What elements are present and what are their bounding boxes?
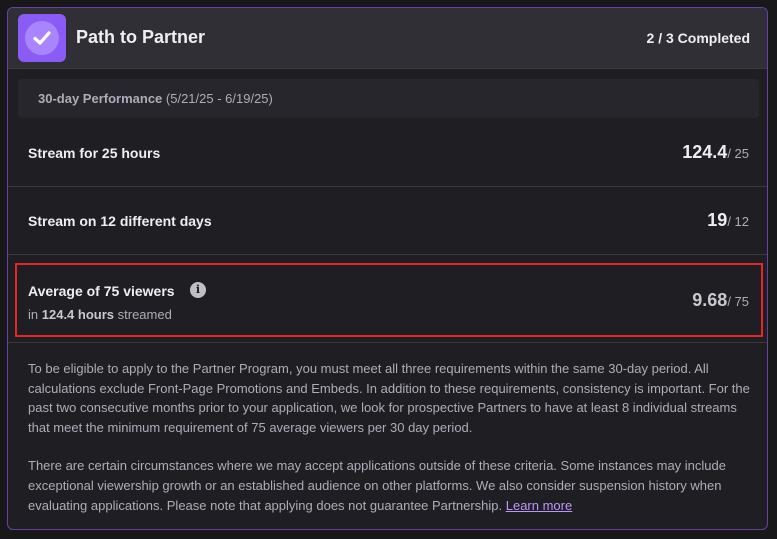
description-paragraph: To be eligible to apply to the Partner P… [28,361,750,435]
learn-more-link[interactable]: Learn more [506,498,572,513]
description-paragraph: There are certain circumstances where we… [28,458,726,513]
requirement-row-hours: Stream for 25 hours 124.4/ 25 [8,119,767,187]
requirement-value: 124.4 [682,142,728,162]
card-header: Path to Partner 2 / 3 Completed [8,8,767,69]
checkmark-badge-icon [18,14,66,62]
requirement-target: / 25 [727,146,749,161]
requirement-target: / 12 [727,214,749,229]
highlight-box [15,263,763,337]
period-range: (5/21/25 - 6/19/25) [165,91,273,106]
checkmark-icon [33,31,51,45]
requirement-progress: 19/ 12 [707,210,749,231]
requirement-label: Stream on 12 different days [28,213,212,229]
requirement-value: 19 [707,210,728,230]
requirement-label: Stream for 25 hours [28,145,161,161]
card-title: Path to Partner [76,27,206,47]
requirement-row-days: Stream on 12 different days 19/ 12 [8,187,767,255]
period-label: 30-day Performance [38,91,163,106]
requirement-progress: 124.4/ 25 [682,142,749,163]
performance-period: 30-day Performance (5/21/25 - 6/19/25) [18,79,759,118]
completion-status: 2 / 3 Completed [646,30,750,46]
path-to-partner-card: Path to Partner 2 / 3 Completed 30-day P… [7,7,768,530]
eligibility-description: To be eligible to apply to the Partner P… [28,359,753,515]
